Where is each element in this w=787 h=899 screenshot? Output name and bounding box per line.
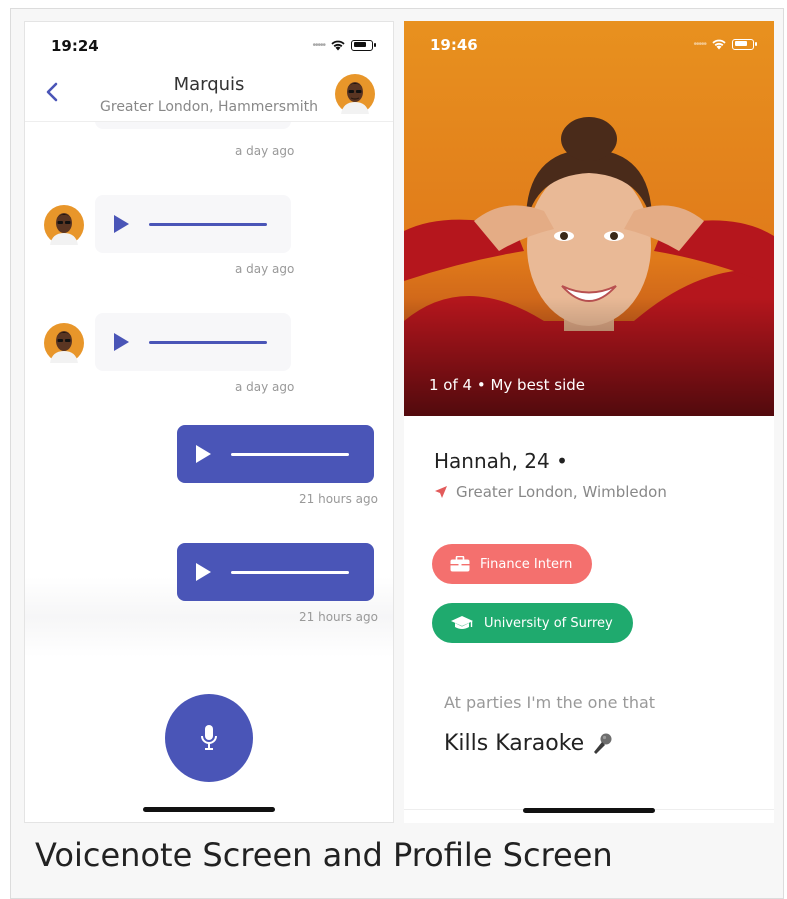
figure-frame: 19:24 ••••• Marquis Greater London, Hamm… — [10, 8, 784, 899]
photo-caption: 1 of 4 • My best side — [429, 376, 585, 394]
status-time: 19:46 — [430, 36, 478, 54]
profile-name-age: Hannah, 24 • — [434, 449, 568, 473]
wifi-icon — [712, 39, 726, 50]
status-icons: ••••• — [312, 39, 376, 51]
record-voicenote-button[interactable] — [165, 694, 253, 782]
profile-location: Greater London, Wimbledon — [434, 483, 667, 501]
voice-message-incoming[interactable] — [95, 195, 291, 253]
message-timestamp: a day ago — [235, 262, 295, 276]
location-arrow-icon — [435, 486, 447, 498]
school-pill: University of Surrey — [432, 603, 633, 643]
briefcase-icon — [450, 556, 470, 572]
contact-avatar[interactable] — [335, 74, 375, 114]
message-timestamp: 21 hours ago — [299, 610, 378, 624]
message-timestamp: a day ago — [235, 380, 295, 394]
voice-message-outgoing[interactable] — [177, 425, 374, 483]
play-icon[interactable] — [111, 332, 131, 352]
status-time: 19:24 — [51, 37, 99, 55]
home-indicator[interactable] — [143, 807, 275, 812]
play-icon[interactable] — [111, 214, 131, 234]
profile-photo-image — [404, 21, 774, 416]
home-indicator[interactable] — [523, 808, 655, 813]
profile-photo[interactable]: 19:46 ••••• 1 of 4 • My best side — [404, 21, 774, 416]
audio-waveform[interactable] — [149, 340, 267, 344]
status-bar: 19:24 ••••• — [25, 22, 393, 66]
play-icon[interactable] — [193, 562, 213, 582]
prompt-answer: Kills Karaoke — [444, 731, 614, 756]
graduation-cap-icon — [451, 616, 473, 629]
audio-waveform[interactable] — [231, 570, 349, 574]
play-icon[interactable] — [193, 444, 213, 464]
voice-message-outgoing[interactable] — [177, 543, 374, 601]
audio-waveform[interactable] — [149, 222, 267, 226]
battery-icon — [351, 39, 376, 51]
profile-screen: 19:46 ••••• 1 of 4 • My best side Hannah… — [404, 21, 774, 823]
battery-icon — [732, 38, 757, 50]
job-pill: Finance Intern — [432, 544, 593, 584]
microphone-icon — [201, 725, 217, 750]
sender-avatar — [44, 323, 84, 363]
wifi-icon — [331, 40, 345, 51]
voice-message-incoming[interactable] — [95, 313, 291, 371]
prompt-answer-text: Kills Karaoke — [444, 731, 585, 756]
voicenote-screen: 19:24 ••••• Marquis Greater London, Hamm… — [24, 21, 394, 823]
microphone-emoji-icon — [594, 733, 612, 754]
status-bar: 19:46 ••••• — [404, 21, 774, 65]
signal-icon: ••••• — [312, 39, 325, 51]
job-title: Finance Intern — [480, 556, 573, 572]
message-timestamp: 21 hours ago — [299, 492, 378, 506]
prompt-question: At parties I'm the one that — [444, 693, 656, 712]
message-timestamp: a day ago — [235, 144, 295, 158]
figure-caption: Voicenote Screen and Profile Screen — [35, 836, 613, 874]
sender-avatar — [44, 205, 84, 245]
signal-icon: ••••• — [693, 38, 706, 50]
school-name: University of Surrey — [484, 615, 613, 631]
chat-header: Marquis Greater London, Hammersmith — [25, 66, 393, 122]
status-icons: ••••• — [693, 38, 757, 50]
profile-location-text: Greater London, Wimbledon — [456, 483, 667, 501]
audio-waveform[interactable] — [231, 452, 349, 456]
